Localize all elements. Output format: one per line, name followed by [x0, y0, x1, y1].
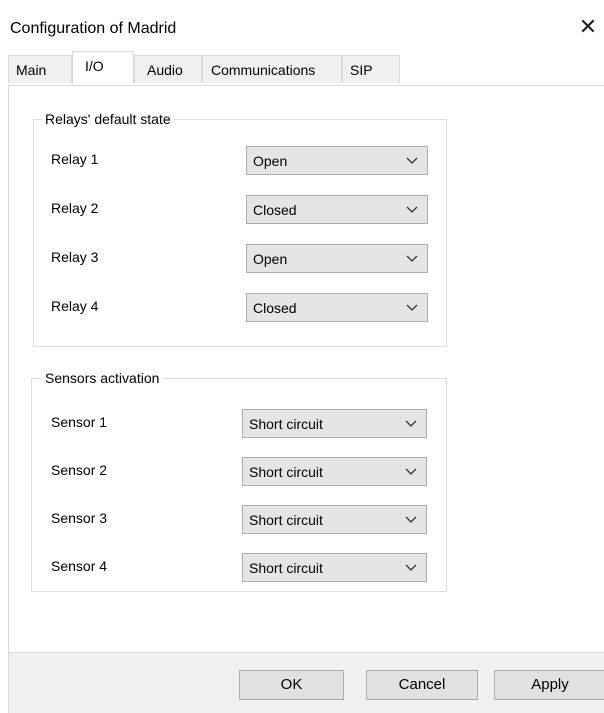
relays-group-title: Relays' default state	[42, 110, 174, 128]
tab-label: Main	[16, 62, 47, 78]
relay-3-label: Relay 3	[51, 249, 99, 265]
sensor-2-label: Sensor 2	[51, 462, 108, 478]
sensors-group-title: Sensors activation	[42, 369, 163, 387]
chevron-down-icon	[406, 157, 418, 164]
tab-label: I/O	[85, 58, 104, 74]
chevron-down-icon	[405, 564, 417, 571]
relay-4-label: Relay 4	[51, 298, 99, 314]
relays-groupbox: Relays' default state Relay 1 Open Relay…	[33, 110, 447, 347]
tab-label: Communications	[211, 62, 316, 78]
chevron-down-icon	[406, 206, 418, 213]
sensor-4-select[interactable]: Short circuit	[242, 553, 427, 582]
tab-panel-io: Relays' default state Relay 1 Open Relay…	[8, 85, 604, 653]
sensor-1-value: Short circuit	[249, 416, 323, 432]
relay-2-value: Closed	[253, 202, 297, 218]
apply-button[interactable]: Apply	[494, 670, 604, 700]
cancel-button[interactable]: Cancel	[366, 670, 478, 700]
tab-label: Audio	[147, 62, 183, 78]
configuration-dialog: Configuration of Madrid ✕ Main I/O Audio…	[0, 0, 604, 713]
sensors-groupbox: Sensors activation Sensor 1 Short circui…	[31, 369, 447, 592]
tab-label: SIP	[350, 62, 373, 78]
tab-strip: Main I/O Audio Communications SIP	[8, 51, 604, 85]
relay-3-select[interactable]: Open	[246, 244, 428, 273]
sensor-1-select[interactable]: Short circuit	[242, 409, 427, 438]
sensor-3-select[interactable]: Short circuit	[242, 505, 427, 534]
relay-3-value: Open	[253, 251, 288, 267]
sensor-4-label: Sensor 4	[51, 558, 108, 574]
sensor-2-value: Short circuit	[249, 464, 323, 480]
tab-main[interactable]: Main	[8, 55, 72, 83]
chevron-down-icon	[406, 255, 418, 262]
sensor-4-value: Short circuit	[249, 560, 323, 576]
relay-2-label: Relay 2	[51, 200, 99, 216]
dialog-button-bar: OK Cancel Apply	[8, 653, 604, 713]
tab-io[interactable]: I/O	[72, 51, 134, 84]
tab-communications[interactable]: Communications	[202, 55, 342, 83]
sensor-3-label: Sensor 3	[51, 510, 108, 526]
relay-1-value: Open	[253, 153, 288, 169]
window-title: Configuration of Madrid	[10, 20, 177, 37]
chevron-down-icon	[405, 468, 417, 475]
tab-audio[interactable]: Audio	[134, 55, 202, 83]
sensor-2-select[interactable]: Short circuit	[242, 457, 427, 486]
relay-4-value: Closed	[253, 300, 297, 316]
ok-button[interactable]: OK	[239, 670, 344, 700]
close-icon[interactable]: ✕	[574, 15, 602, 39]
relay-1-select[interactable]: Open	[246, 146, 428, 175]
chevron-down-icon	[405, 516, 417, 523]
title-bar: Configuration of Madrid ✕	[0, 0, 604, 40]
relay-4-select[interactable]: Closed	[246, 293, 428, 322]
chevron-down-icon	[405, 420, 417, 427]
sensor-3-value: Short circuit	[249, 512, 323, 528]
relay-2-select[interactable]: Closed	[246, 195, 428, 224]
chevron-down-icon	[406, 304, 418, 311]
relay-1-label: Relay 1	[51, 151, 99, 167]
sensor-1-label: Sensor 1	[51, 414, 108, 430]
tab-sip[interactable]: SIP	[342, 55, 400, 83]
